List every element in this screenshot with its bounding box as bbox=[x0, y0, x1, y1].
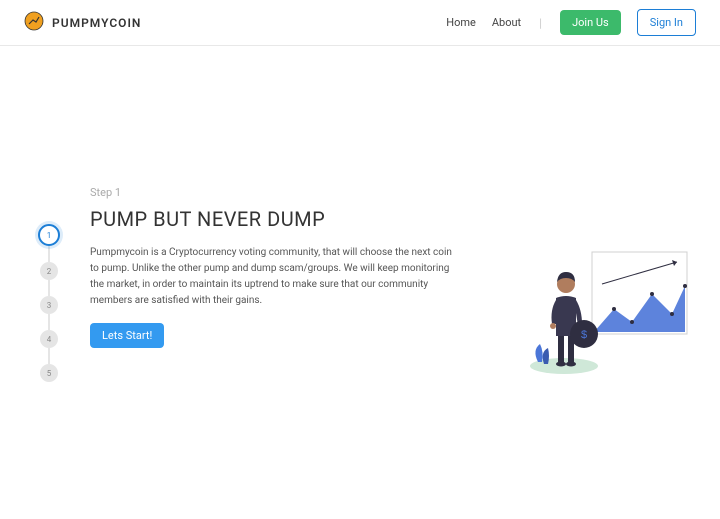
step-line bbox=[48, 348, 50, 364]
nav-about[interactable]: About bbox=[492, 16, 521, 29]
step-dot-4[interactable]: 4 bbox=[40, 330, 58, 348]
body-text: Pumpmycoin is a Cryptocurrency voting co… bbox=[90, 245, 460, 309]
content: Step 1 PUMP BUT NEVER DUMP Pumpmycoin is… bbox=[90, 186, 460, 348]
svg-text:$: $ bbox=[581, 329, 587, 341]
lets-start-button[interactable]: Lets Start! bbox=[90, 323, 164, 348]
illustration: $ bbox=[522, 244, 692, 384]
brand-name: PUMPMYCOIN bbox=[52, 16, 141, 30]
step-dot-2[interactable]: 2 bbox=[40, 262, 58, 280]
step-line bbox=[48, 280, 50, 296]
step-line bbox=[48, 246, 50, 262]
nav-separator: | bbox=[539, 16, 542, 30]
step-line bbox=[48, 314, 50, 330]
nav-home[interactable]: Home bbox=[446, 16, 476, 29]
main: 1 2 3 4 5 Step 1 PUMP BUT NEVER DUMP Pum… bbox=[0, 46, 720, 348]
header: PUMPMYCOIN Home About | Join Us Sign In bbox=[0, 0, 720, 46]
page-title: PUMP BUT NEVER DUMP bbox=[90, 207, 460, 231]
logo-icon bbox=[24, 11, 44, 35]
sign-in-button[interactable]: Sign In bbox=[637, 9, 696, 36]
brand[interactable]: PUMPMYCOIN bbox=[24, 11, 141, 35]
step-dot-1[interactable]: 1 bbox=[38, 224, 60, 246]
join-us-button[interactable]: Join Us bbox=[560, 10, 621, 35]
stepper: 1 2 3 4 5 bbox=[38, 224, 60, 382]
nav: Home About | Join Us Sign In bbox=[446, 9, 696, 36]
step-dot-3[interactable]: 3 bbox=[40, 296, 58, 314]
step-label: Step 1 bbox=[90, 186, 460, 199]
step-dot-5[interactable]: 5 bbox=[40, 364, 58, 382]
